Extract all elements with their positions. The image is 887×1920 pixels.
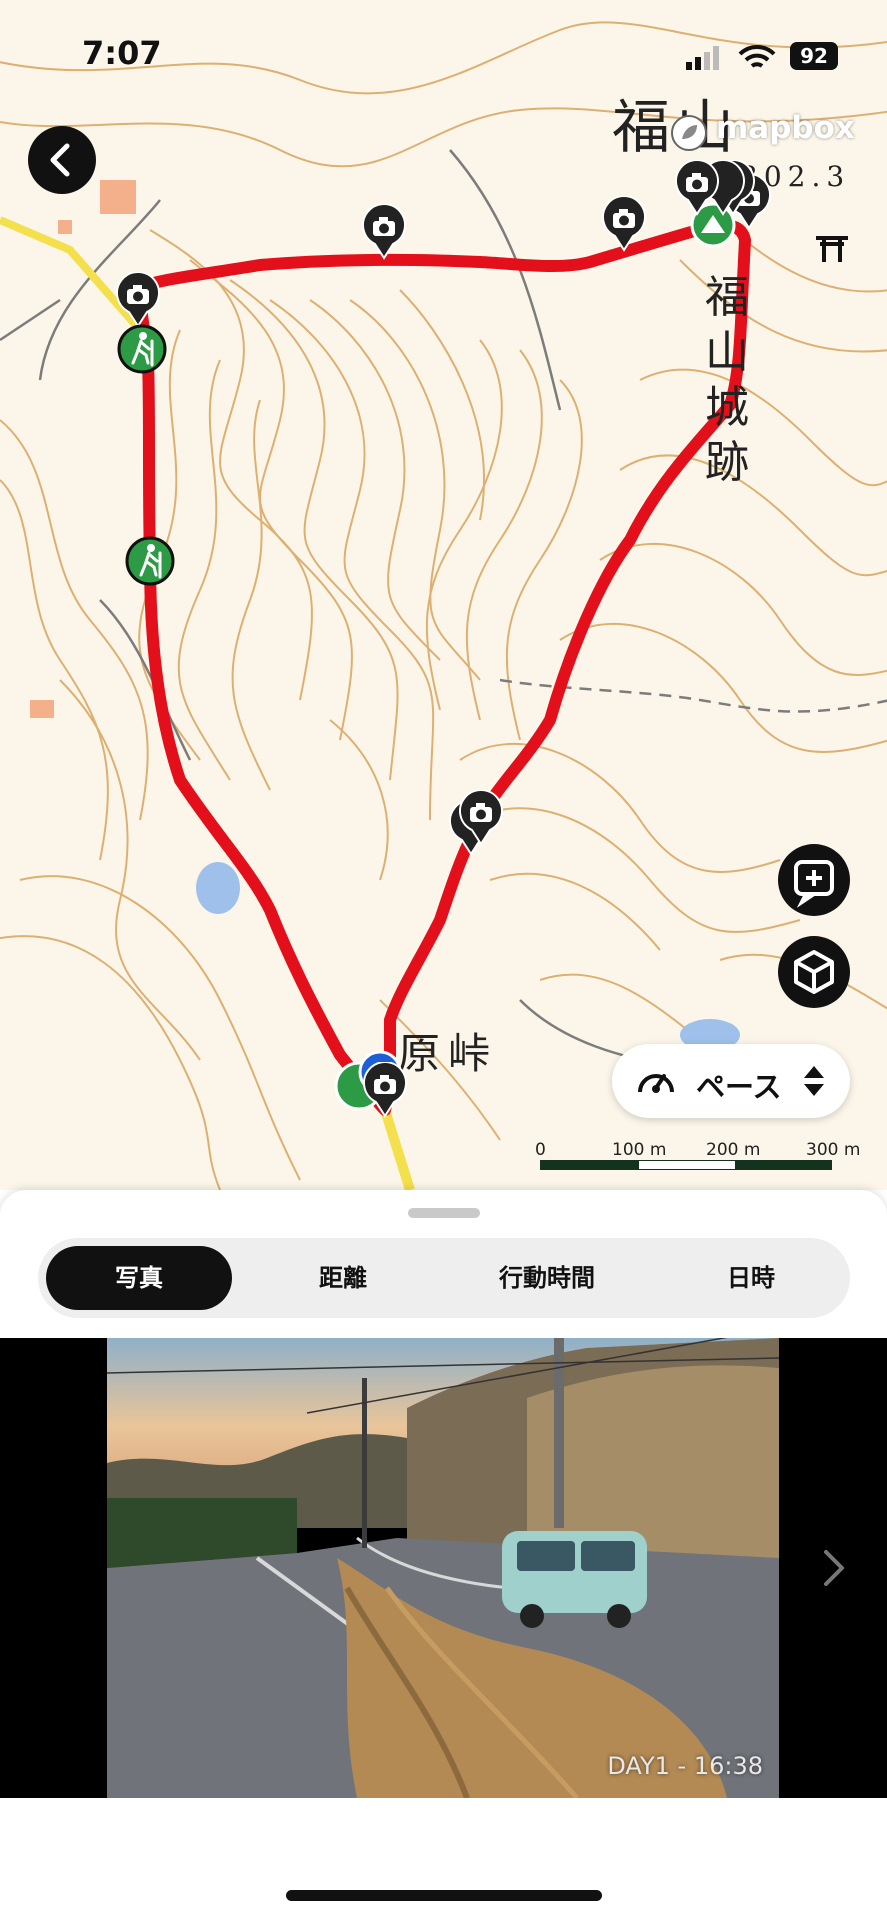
roadside-photo	[107, 1338, 779, 1798]
home-indicator[interactable]	[286, 1890, 602, 1901]
photo-viewer[interactable]: DAY1 - 16:38	[0, 1338, 887, 1798]
back-arrow-icon	[50, 143, 70, 177]
sheet-drag-handle[interactable]	[408, 1208, 480, 1218]
pass-name-label: 原峠	[398, 1029, 499, 1078]
3d-view-button[interactable]	[778, 936, 850, 1008]
map-scale-bar	[540, 1160, 832, 1170]
castle-label-char: 城	[705, 382, 749, 433]
scale-label: 300 m	[806, 1140, 861, 1160]
castle-label-char: 福	[705, 272, 749, 323]
scale-label: 200 m	[706, 1140, 761, 1160]
status-time: 7:07	[82, 34, 162, 72]
photo-timestamp: DAY1 - 16:38	[607, 1752, 763, 1780]
3d-cube-icon	[794, 950, 834, 994]
scale-label: 100 m	[612, 1140, 667, 1160]
tab-activity-time[interactable]: 行動時間	[454, 1246, 640, 1310]
sort-arrows-icon	[804, 1066, 824, 1096]
photo-image[interactable]: DAY1 - 16:38	[107, 1338, 779, 1798]
battery-indicator: 92	[790, 42, 838, 70]
speedometer-icon	[638, 1074, 674, 1093]
map-view[interactable]: 福山 302.3 福 山 城 跡 原峠 mapbox	[0, 0, 887, 1190]
bottom-sheet[interactable]: 写真 距離 行動時間 日時 DAY1 - 16:38	[0, 1190, 887, 1920]
segmented-control: 写真 距離 行動時間 日時	[38, 1238, 850, 1318]
tab-photos[interactable]: 写真	[46, 1246, 232, 1310]
castle-label-char: 跡	[705, 437, 749, 488]
next-photo-button[interactable]	[812, 1538, 856, 1598]
scale-label: 0	[535, 1140, 546, 1160]
tab-distance[interactable]: 距離	[250, 1246, 436, 1310]
add-note-icon	[794, 860, 834, 908]
pace-label: ペース	[696, 1070, 782, 1104]
back-button[interactable]	[28, 126, 96, 194]
chevron-right-icon	[824, 1550, 844, 1586]
castle-label-char: 山	[705, 327, 749, 378]
pace-mode-button[interactable]: ペース	[612, 1044, 850, 1118]
tab-date-time[interactable]: 日時	[658, 1246, 844, 1310]
castle-ruins-label: 福 山 城 跡	[705, 270, 755, 490]
add-note-button[interactable]	[778, 844, 850, 916]
mapbox-attribution[interactable]: mapbox	[716, 110, 855, 146]
